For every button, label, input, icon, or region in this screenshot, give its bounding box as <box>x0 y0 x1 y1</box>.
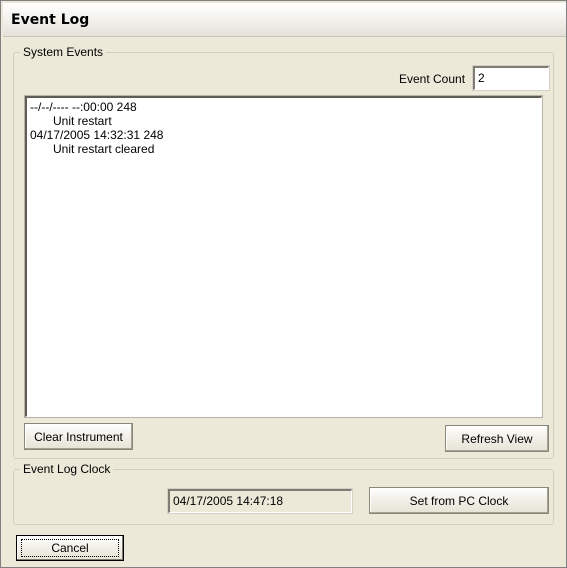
event-log-dialog: Event Log System Events Event Count 2 --… <box>0 0 567 568</box>
event-list[interactable]: --/--/---- --:00:00 248 Unit restart 04/… <box>24 95 543 418</box>
cancel-button[interactable]: Cancel <box>16 535 124 561</box>
title-bar[interactable]: Event Log <box>3 3 566 37</box>
event-description: Unit restart <box>53 114 112 128</box>
clear-instrument-button[interactable]: Clear Instrument <box>24 423 133 450</box>
refresh-view-button[interactable]: Refresh View <box>445 425 549 452</box>
event-description: Unit restart cleared <box>53 142 155 156</box>
clock-display: 04/17/2005 14:47:18 <box>167 488 353 514</box>
refresh-view-label: Refresh View <box>461 431 533 446</box>
set-from-pc-clock-button[interactable]: Set from PC Clock <box>369 487 549 514</box>
set-from-pc-clock-label: Set from PC Clock <box>409 493 509 508</box>
event-count-label: Event Count <box>399 72 466 86</box>
event-count-field[interactable]: 2 <box>472 65 550 91</box>
cancel-label: Cancel <box>51 541 89 555</box>
window-title: Event Log <box>11 12 90 28</box>
event-header: 04/17/2005 14:32:31 248 <box>30 128 164 142</box>
clear-instrument-label: Clear Instrument <box>34 429 123 444</box>
system-events-legend: System Events <box>23 45 104 59</box>
event-header: --/--/---- --:00:00 248 <box>30 100 137 114</box>
event-log-clock-legend: Event Log Clock <box>23 462 111 476</box>
